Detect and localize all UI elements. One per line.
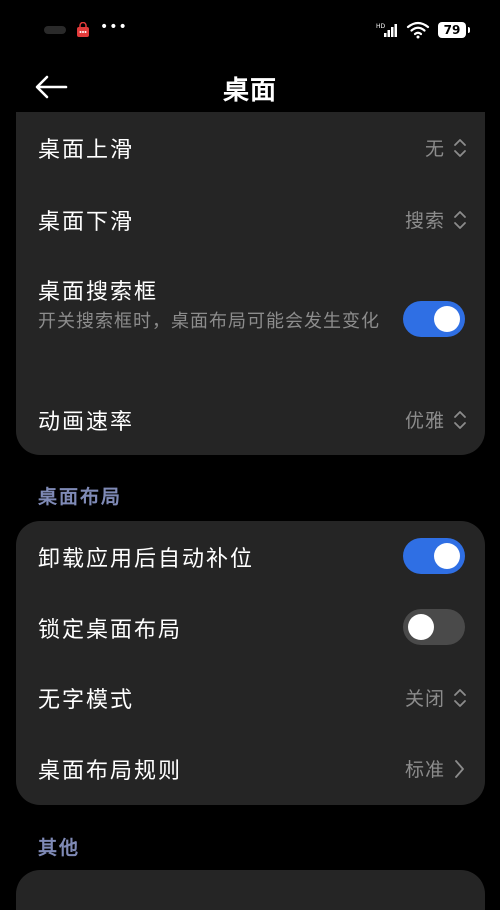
row-value: 标准: [404, 759, 445, 781]
layout-rules-row[interactable]: 桌面布局规则 标准: [16, 734, 485, 805]
row-value: 无: [424, 138, 445, 160]
search-box-toggle[interactable]: [403, 301, 465, 337]
lock-layout-toggle[interactable]: [403, 609, 465, 645]
animation-speed-row[interactable]: 动画速率 优雅: [16, 384, 485, 456]
battery-icon: 79: [438, 22, 470, 38]
general-settings-card: 桌面上滑 无 桌面下滑 搜索 桌面搜索框 开关搜索框时，桌面布局可能会发生变化 …: [16, 112, 485, 455]
row-label: 卸载应用后自动补位: [38, 547, 255, 572]
row-label: 桌面搜索框: [38, 280, 159, 305]
row-label: 桌面上滑: [38, 138, 135, 163]
row-label: 无字模式: [38, 688, 135, 713]
status-right: HD 79: [376, 21, 470, 39]
lock-layout-row: 锁定桌面布局: [16, 593, 485, 663]
row-value: 优雅: [404, 410, 445, 432]
auto-fill-toggle[interactable]: [403, 538, 465, 574]
row-value: 搜索: [404, 210, 445, 232]
no-text-mode-row[interactable]: 无字模式 关闭: [16, 663, 485, 734]
swipe-down-row[interactable]: 桌面下滑 搜索: [16, 184, 485, 256]
row-label: 动画速率: [38, 410, 135, 435]
other-settings-card: [16, 870, 485, 910]
status-bar: ••• HD 79: [0, 0, 500, 60]
up-down-icon: [454, 211, 466, 229]
row-description: 开关搜索框时，桌面布局可能会发生变化: [38, 311, 380, 332]
title-bar: 桌面: [0, 60, 500, 120]
row-label: 锁定桌面布局: [38, 618, 183, 643]
toggle-knob: [408, 614, 434, 640]
auto-fill-row: 卸载应用后自动补位: [16, 521, 485, 593]
section-header-layout: 桌面布局: [38, 486, 123, 508]
wifi-icon: [406, 21, 430, 39]
shopping-bag-icon: [77, 22, 89, 37]
up-down-icon: [454, 411, 466, 429]
more-notifications-icon: •••: [100, 19, 128, 35]
toggle-knob: [434, 543, 460, 569]
row-value: 关闭: [404, 688, 445, 710]
svg-text:HD: HD: [376, 23, 386, 30]
signal-icon: HD: [376, 23, 397, 37]
toggle-knob: [434, 306, 460, 332]
up-down-icon: [454, 139, 466, 157]
chevron-right-icon: [455, 760, 464, 778]
blurred-notification-icon: [44, 26, 66, 34]
row-label: 桌面布局规则: [38, 759, 183, 784]
layout-settings-card: 卸载应用后自动补位 锁定桌面布局 无字模式 关闭 桌面布局规则 标准: [16, 521, 485, 805]
search-box-row: 桌面搜索框 开关搜索框时，桌面布局可能会发生变化: [16, 256, 485, 384]
status-left: •••: [44, 19, 128, 38]
row-label: 桌面下滑: [38, 210, 135, 235]
up-down-icon: [454, 689, 466, 707]
section-header-other: 其他: [38, 837, 81, 859]
page-title: 桌面: [222, 76, 277, 106]
swipe-up-row[interactable]: 桌面上滑 无: [16, 112, 485, 184]
